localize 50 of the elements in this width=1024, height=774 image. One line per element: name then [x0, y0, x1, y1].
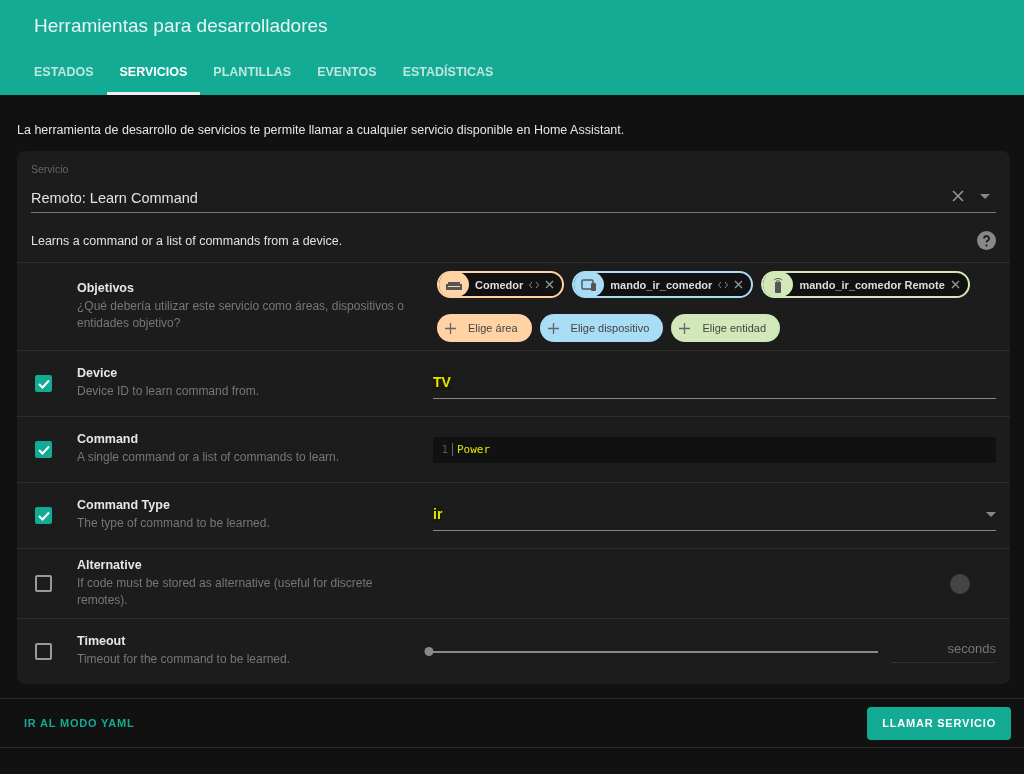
field-description: Timeout for the command to be learned.: [77, 651, 291, 669]
slider-thumb[interactable]: [424, 646, 434, 656]
checkbox[interactable]: [35, 375, 52, 392]
field-name: Objetivos: [77, 280, 135, 295]
service-select[interactable]: Servicio Remoto: Learn Command: [31, 161, 996, 213]
checkbox[interactable]: [35, 643, 52, 660]
dropdown-caret-icon: [986, 511, 996, 517]
remote-control-icon: [773, 276, 784, 293]
plus-icon: [547, 322, 559, 334]
field-name: Alternative: [77, 557, 143, 572]
target-chip[interactable]: Comedor: [437, 271, 565, 298]
field-name: Command: [77, 432, 140, 447]
add-target-button[interactable]: Elige entidad: [671, 314, 781, 342]
close-icon[interactable]: [545, 280, 555, 289]
select-field[interactable]: ir: [433, 500, 996, 531]
field-name: Device: [77, 366, 119, 381]
selected-value: ir: [433, 506, 443, 522]
expand-icon[interactable]: [718, 280, 729, 289]
add-target-button[interactable]: Elige área: [437, 314, 532, 342]
devices-icon: [581, 278, 598, 291]
field-name: Command Type: [77, 498, 171, 513]
checkbox[interactable]: [35, 507, 52, 524]
field-description: Device ID to learn command from.: [77, 383, 261, 401]
yaml-mode-link[interactable]: IR AL MODO YAML: [24, 717, 135, 729]
help-icon[interactable]: [977, 231, 996, 250]
dropdown-caret-icon[interactable]: [980, 194, 990, 199]
field-description: The type of command to be learned.: [77, 515, 271, 533]
add-target-button[interactable]: Elige dispositivo: [539, 314, 664, 342]
plus-icon: [679, 322, 691, 334]
expand-icon[interactable]: [529, 280, 540, 289]
service-description: Learns a command or a list of commands from a device.: [31, 233, 343, 248]
close-icon[interactable]: [734, 280, 744, 289]
field-description: ¿Qué debería utilizar este servicio como áreas, dispositivos o entidades objetivo?: [77, 297, 405, 332]
field-description: If code must be stored as alternative (useful for discrete remotes).: [77, 574, 374, 609]
close-icon[interactable]: [952, 190, 964, 202]
target-chip[interactable]: mando_ir_comedor Remote: [761, 271, 970, 298]
text-field[interactable]: TV: [433, 368, 996, 399]
unit-field[interactable]: seconds: [892, 640, 996, 663]
code-text: Power: [456, 443, 491, 456]
checkbox[interactable]: [35, 441, 52, 458]
target-chip[interactable]: mando_ir_comedor: [572, 271, 754, 298]
intro-text: La herramienta de desarrollo de servicios te permite llamar a cualquier servicio disponible en Home Assistant.: [16, 122, 626, 139]
line-number: 1: [433, 443, 453, 456]
plus-icon: [445, 322, 456, 334]
field-description: A single command or a list of commands to learn.: [77, 449, 341, 467]
page-title: Herramientas para desarrolladores: [34, 15, 329, 37]
field-name: Timeout: [77, 634, 127, 649]
checkbox[interactable]: [35, 575, 52, 592]
close-icon[interactable]: [950, 280, 960, 289]
code-editor[interactable]: 1 Power: [433, 436, 996, 463]
